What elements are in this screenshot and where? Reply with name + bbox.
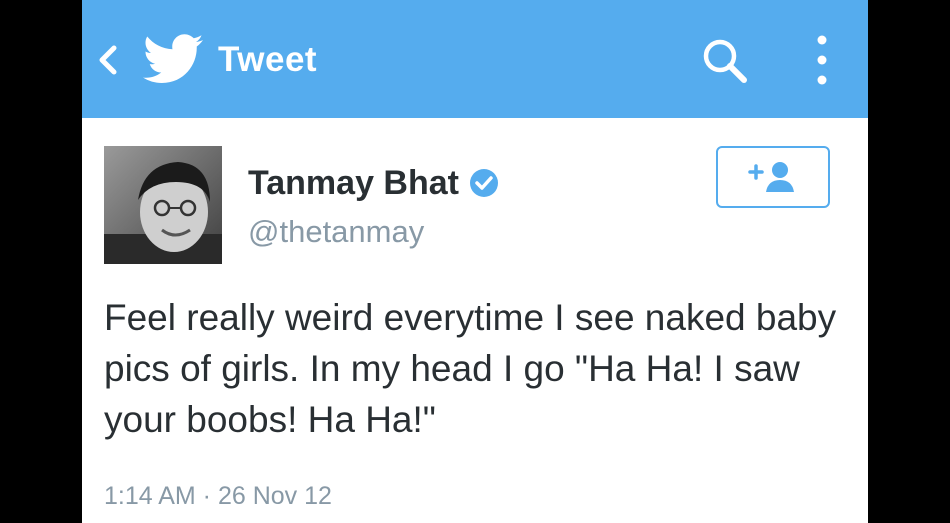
tweet-timestamp[interactable]: 1:14 AM · 26 Nov 12 [104, 478, 332, 514]
author-handle[interactable]: @thetanmay [248, 212, 424, 252]
author-name[interactable]: Tanmay Bhat [248, 162, 459, 204]
twitter-bird-icon [143, 34, 203, 83]
app-screen: Tweet Tanmay Bhat @thetanmay Feel really… [82, 0, 868, 523]
follow-button[interactable] [716, 146, 830, 208]
verified-badge-icon [469, 169, 498, 197]
page-title: Tweet [218, 40, 318, 79]
more-vertical-icon[interactable] [808, 30, 836, 90]
chevron-left-icon[interactable] [94, 40, 122, 80]
search-icon[interactable] [698, 34, 752, 88]
avatar-photo [104, 146, 222, 264]
tweet-text: Feel really weird everytime I see naked … [104, 297, 837, 440]
author-row: Tanmay Bhat [248, 162, 501, 204]
avatar[interactable] [104, 146, 222, 264]
top-app-bar: Tweet [82, 0, 868, 118]
follow-user-icon [748, 162, 794, 192]
